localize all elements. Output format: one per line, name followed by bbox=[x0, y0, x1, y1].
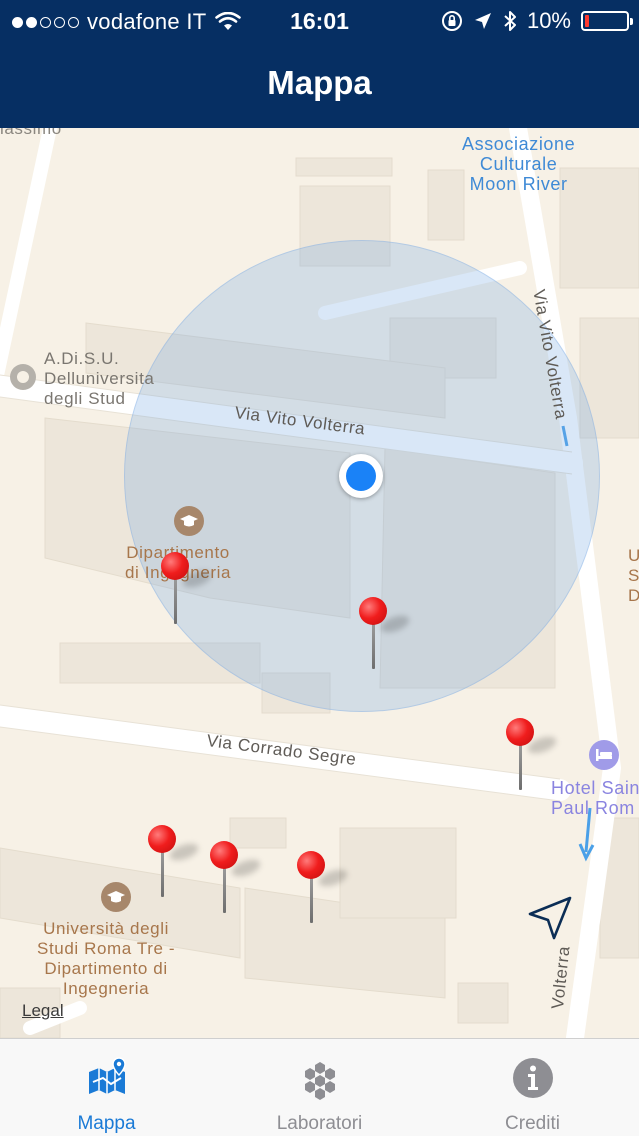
status-right: 10% bbox=[441, 8, 633, 34]
legal-link[interactable]: Legal bbox=[22, 1001, 64, 1021]
poi-associazione-culturale[interactable]: Associazione Culturale Moon River bbox=[462, 134, 575, 194]
battery-percentage: 10% bbox=[526, 8, 571, 33]
poi-hotel[interactable]: Hotel Sain Paul Rom bbox=[551, 778, 639, 818]
poi-marker-icon bbox=[10, 364, 36, 390]
tab-label-mappa: Mappa bbox=[77, 1113, 136, 1134]
map-pin[interactable] bbox=[147, 825, 201, 897]
header: vodafone IT 16:01 10% Mappa bbox=[0, 0, 639, 128]
hexagons-icon bbox=[297, 1055, 343, 1101]
tab-laboratori[interactable]: Laboratori bbox=[213, 1039, 426, 1136]
street-label-fragment: lassimo bbox=[0, 128, 62, 138]
tab-crediti[interactable]: Crediti bbox=[426, 1039, 639, 1136]
status-bar: vodafone IT 16:01 10% bbox=[0, 0, 639, 40]
hotel-bed-icon bbox=[589, 740, 619, 770]
poi-adisu[interactable]: A.Di.S.U. Delluniversita degli Stud bbox=[44, 349, 154, 409]
tab-label-crediti: Crediti bbox=[505, 1113, 560, 1134]
bluetooth-icon bbox=[504, 11, 516, 31]
map-pin[interactable] bbox=[296, 851, 350, 923]
map-pin[interactable] bbox=[209, 841, 263, 913]
graduation-cap-icon bbox=[174, 506, 204, 536]
poi-universita-roma-tre[interactable]: Università degli Studi Roma Tre - Dipart… bbox=[37, 919, 175, 999]
graduation-cap-icon bbox=[101, 882, 131, 912]
poi-right-edge: U S D bbox=[628, 546, 639, 605]
map-icon bbox=[84, 1055, 130, 1101]
map-pin[interactable] bbox=[160, 552, 214, 624]
map-view[interactable]: Via Vito Volterra Via Vito Volterra Via … bbox=[0, 128, 639, 1038]
orientation-lock-icon bbox=[441, 11, 462, 31]
battery-icon bbox=[581, 11, 633, 31]
battery-level bbox=[585, 15, 589, 27]
location-services-icon bbox=[474, 13, 491, 29]
user-location-dot[interactable] bbox=[339, 454, 383, 498]
map-pin[interactable] bbox=[358, 597, 412, 669]
tab-label-laboratori: Laboratori bbox=[276, 1113, 363, 1134]
tab-bar: Mappa Laboratori Crediti bbox=[0, 1038, 639, 1136]
tab-mappa[interactable]: Mappa bbox=[0, 1039, 213, 1136]
map-pin[interactable] bbox=[505, 718, 559, 790]
locate-me-button[interactable] bbox=[510, 880, 588, 958]
info-icon bbox=[510, 1055, 556, 1101]
page-title: Mappa bbox=[267, 64, 372, 101]
location-arrow-icon bbox=[528, 896, 572, 940]
